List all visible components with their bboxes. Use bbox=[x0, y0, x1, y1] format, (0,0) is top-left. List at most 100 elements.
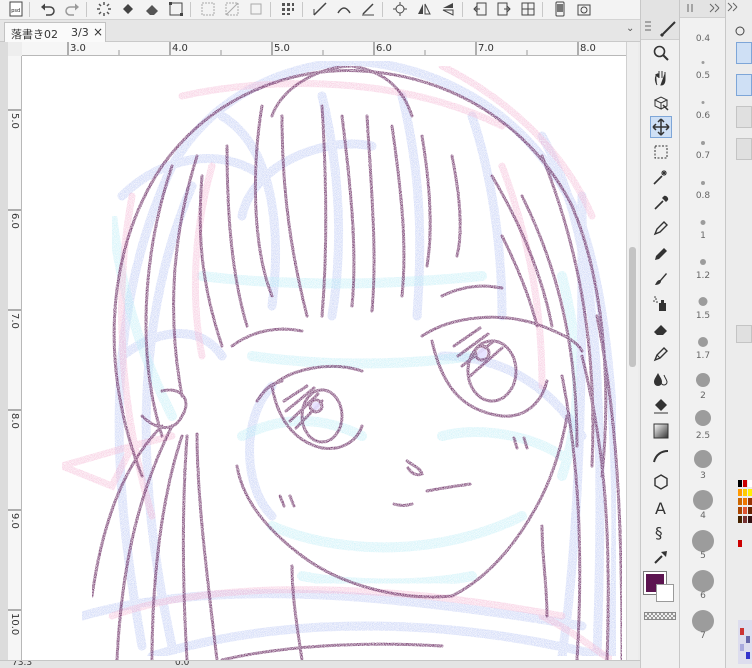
fill-select-icon[interactable] bbox=[222, 0, 242, 18]
magic-wand-icon[interactable] bbox=[650, 166, 672, 188]
panel-collapse-icon[interactable] bbox=[726, 0, 752, 40]
brush-size-label: 6 bbox=[700, 591, 706, 601]
brush-size-header bbox=[680, 0, 725, 18]
mini-color-swatches-lower[interactable] bbox=[738, 620, 752, 664]
brush-size-item[interactable]: 1 bbox=[680, 215, 726, 255]
brush-size-item[interactable]: 1.7 bbox=[680, 335, 726, 375]
tab-menu-chevron-icon[interactable]: ⌄ bbox=[626, 23, 634, 34]
mini-color-swatches[interactable] bbox=[738, 480, 752, 550]
scrollbar-thumb[interactable] bbox=[629, 247, 636, 367]
brush-size-label: 5 bbox=[700, 551, 706, 561]
document-tab[interactable]: 落書き02 3/3 × bbox=[4, 22, 106, 42]
fill-bucket-icon[interactable] bbox=[650, 395, 672, 417]
text-icon[interactable]: A bbox=[650, 496, 672, 518]
brush-size-label: 0.8 bbox=[695, 191, 711, 201]
curve-preview-icon[interactable] bbox=[736, 325, 752, 343]
brush-size-item[interactable]: 2 bbox=[680, 373, 726, 413]
brush-size-item[interactable]: 5 bbox=[680, 530, 726, 570]
correction-icon[interactable] bbox=[650, 546, 672, 568]
brush-size-item[interactable]: 7 bbox=[680, 610, 726, 650]
drawing-canvas[interactable] bbox=[22, 56, 626, 660]
flip-icon[interactable] bbox=[414, 0, 434, 18]
zoom-readout[interactable]: 73.3 bbox=[12, 661, 32, 668]
blend-icon[interactable] bbox=[650, 343, 672, 365]
brush-icon[interactable] bbox=[650, 268, 672, 290]
horizontal-ruler: 3.0 4.0 5.0 6.0 7.0 8.0 bbox=[22, 42, 626, 56]
artwork-sketch bbox=[51, 56, 624, 660]
svg-text:§: § bbox=[655, 524, 663, 541]
transform-icon[interactable] bbox=[166, 0, 186, 18]
brush-size-item[interactable]: 2.5 bbox=[680, 410, 726, 450]
page-indicator: 3/3 bbox=[71, 26, 89, 39]
close-tab-icon[interactable]: × bbox=[93, 25, 103, 39]
brush-size-label: 0.6 bbox=[695, 111, 711, 121]
camera-icon[interactable] bbox=[574, 0, 594, 18]
brush-size-item[interactable]: 1.2 bbox=[680, 255, 726, 295]
redo-icon[interactable] bbox=[62, 0, 82, 18]
brush-size-item[interactable]: 0.8 bbox=[680, 175, 726, 215]
pencil-icon[interactable] bbox=[650, 243, 672, 265]
ruler-label: 8.0 bbox=[580, 43, 596, 54]
brush-size-item[interactable]: 0.7 bbox=[680, 135, 726, 175]
ruler-ticks bbox=[67, 42, 579, 55]
brush-size-palette: 0.4 0.5 0.6 0.7 0.8 1 1.2 1.5 1.7 2 2.5 … bbox=[680, 0, 726, 668]
ruler-icon[interactable] bbox=[334, 0, 354, 18]
rotate-icon[interactable] bbox=[390, 0, 410, 18]
brush-size-item[interactable]: 1.5 bbox=[680, 295, 726, 335]
pen-icon[interactable] bbox=[650, 217, 672, 239]
airbrush-icon[interactable] bbox=[650, 293, 672, 315]
eraser-tool-icon[interactable] bbox=[650, 318, 672, 340]
snap-icon[interactable] bbox=[358, 0, 378, 18]
subtool-move-icon[interactable] bbox=[736, 42, 752, 64]
device-icon[interactable] bbox=[550, 0, 570, 18]
selection-tool-icon[interactable] bbox=[650, 141, 672, 163]
fill-icon[interactable] bbox=[118, 0, 138, 18]
ruler-label: 5.0 bbox=[274, 43, 290, 54]
curve-icon[interactable] bbox=[310, 0, 330, 18]
shape-icon[interactable] bbox=[246, 0, 266, 18]
ruler-label: 4.0 bbox=[172, 43, 188, 54]
brush-size-label: 0.7 bbox=[695, 151, 711, 161]
brush-size-label: 0.5 bbox=[695, 71, 711, 81]
ruler-label: 7.0 bbox=[9, 313, 20, 329]
grid-icon[interactable] bbox=[278, 0, 298, 18]
sub-color-swatch[interactable] bbox=[656, 584, 674, 602]
brush-size-label: 1.5 bbox=[695, 311, 711, 321]
loading-icon[interactable] bbox=[94, 0, 114, 18]
eyedropper-icon[interactable] bbox=[650, 192, 672, 214]
object-tool-icon[interactable] bbox=[650, 92, 672, 114]
page-prev-icon[interactable] bbox=[470, 0, 490, 18]
move-tool-icon[interactable] bbox=[650, 116, 672, 138]
brush-size-item[interactable]: 6 bbox=[680, 570, 726, 610]
brush-size-item[interactable]: 3 bbox=[680, 450, 726, 490]
vertical-scrollbar[interactable] bbox=[626, 42, 638, 660]
ruler-label: 9.0 bbox=[9, 513, 20, 529]
left-edge bbox=[0, 42, 8, 660]
brush-size-item[interactable]: 4 bbox=[680, 490, 726, 530]
psd-icon[interactable]: psd bbox=[6, 0, 26, 18]
flip-vertical-icon[interactable] bbox=[438, 0, 458, 18]
clear-icon[interactable] bbox=[198, 0, 218, 18]
brush-size-label: 1 bbox=[700, 231, 706, 241]
ruler-corner bbox=[8, 42, 22, 56]
blend-drops-icon[interactable] bbox=[650, 368, 672, 390]
palette-menu-icon[interactable] bbox=[641, 0, 681, 40]
undo-icon[interactable] bbox=[38, 0, 58, 18]
brush-size-item[interactable]: 0.5 bbox=[680, 55, 726, 95]
figure-icon[interactable] bbox=[650, 446, 672, 468]
angle-readout[interactable]: 0.0 bbox=[175, 661, 189, 668]
eraser-icon[interactable] bbox=[142, 0, 162, 18]
subtool-scale-icon[interactable] bbox=[736, 74, 752, 96]
page-next-icon[interactable] bbox=[494, 0, 514, 18]
gradient-icon[interactable] bbox=[650, 420, 672, 442]
zoom-tool-icon[interactable] bbox=[650, 42, 672, 64]
tool-palette: A § bbox=[640, 0, 680, 668]
balloon-icon[interactable]: § bbox=[650, 521, 672, 543]
subtool-free-icon[interactable] bbox=[736, 138, 752, 160]
brush-size-item[interactable]: 0.6 bbox=[680, 95, 726, 135]
layout-icon[interactable] bbox=[518, 0, 538, 18]
frame-icon[interactable] bbox=[650, 471, 672, 493]
transparent-color-swatch[interactable] bbox=[644, 612, 676, 620]
subtool-rotate-icon[interactable] bbox=[736, 106, 752, 128]
hand-tool-icon[interactable] bbox=[650, 67, 672, 89]
